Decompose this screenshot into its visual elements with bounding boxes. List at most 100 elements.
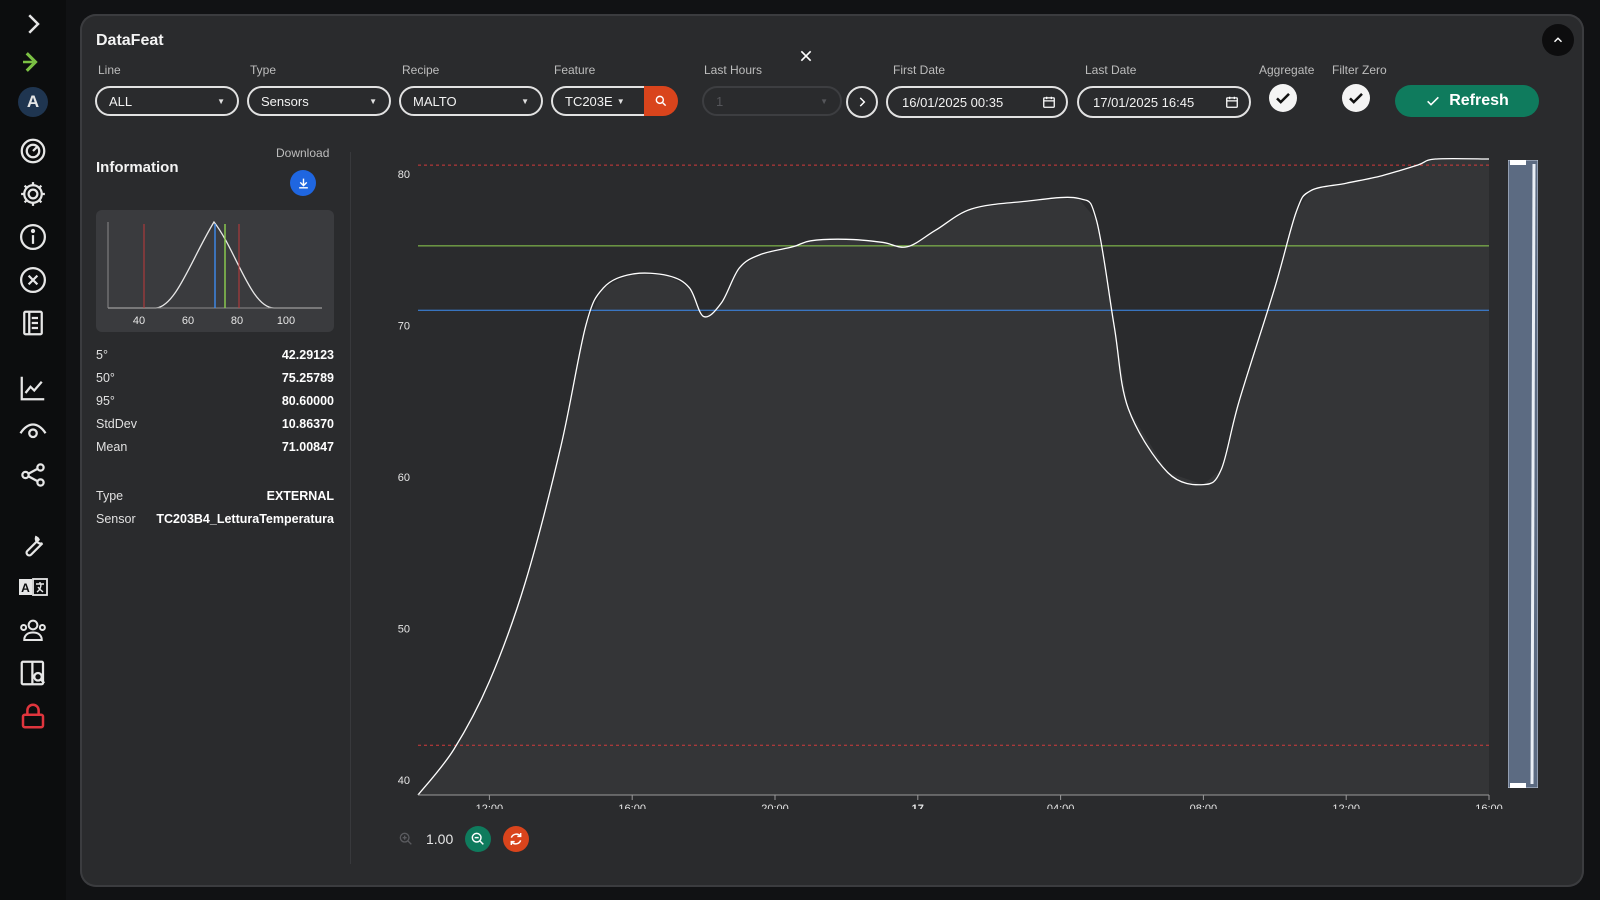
check-icon — [1427, 96, 1440, 106]
x-tick-label: 16:00 — [618, 803, 646, 809]
share-nodes-icon[interactable] — [15, 457, 51, 493]
stat-row: 50° 75.25789 — [96, 371, 334, 385]
reset-zoom-button[interactable] — [503, 826, 530, 852]
main-panel: DataFeat Line ALL ▼ Type Sensors ▼ Recip… — [80, 14, 1584, 887]
detail-row: Sensor TC203B4_LetturaTemperatura — [96, 512, 334, 526]
stat-value: 80.60000 — [281, 394, 334, 408]
stat-row: StdDev 10.86370 — [96, 417, 334, 431]
information-title: Information — [96, 159, 179, 176]
calendar-icon — [1042, 95, 1056, 109]
check-icon — [1276, 92, 1290, 104]
svg-text:A: A — [21, 581, 30, 595]
chart-range-scrollbar[interactable] — [1507, 159, 1539, 789]
close-circle-icon[interactable] — [15, 262, 51, 298]
gauge-icon[interactable] — [15, 133, 51, 169]
aggregate-checkbox[interactable] — [1269, 84, 1297, 112]
filter-zero-checkbox[interactable] — [1342, 84, 1370, 112]
caret-down-icon: ▼ — [521, 96, 529, 106]
detail-row: Type EXTERNAL — [96, 489, 334, 503]
info-icon[interactable] — [15, 219, 51, 255]
histogram-tick: 40 — [133, 315, 145, 327]
sensor-chart[interactable]: 40 50 60 70 80 12:00 16:00 20:00 17 04:00 08:00 12:… — [366, 149, 1552, 809]
series-area — [418, 159, 1489, 795]
stat-row: 5° 42.29123 — [96, 348, 334, 362]
recipe-label: Recipe — [402, 63, 440, 77]
double-chevron-right-icon[interactable] — [15, 44, 51, 80]
panel-divider — [350, 152, 351, 864]
chevron-right-icon[interactable] — [15, 6, 51, 42]
translate-icon[interactable]: A — [15, 569, 51, 605]
first-date-label: First Date — [893, 63, 946, 77]
recipe-select-value: MALTO — [413, 93, 457, 109]
zoom-out-icon — [471, 832, 485, 845]
x-tick-label: 12:00 — [1332, 803, 1360, 809]
avatar-letter: A — [18, 87, 48, 117]
refresh-label: Refresh — [1449, 92, 1509, 109]
feature-label: Feature — [554, 63, 596, 77]
notebook-icon[interactable] — [15, 305, 51, 341]
feature-select[interactable]: TC203E ▼ — [551, 86, 648, 116]
stat-key: StdDev — [96, 417, 137, 431]
stat-key: 50° — [96, 371, 115, 385]
stat-value: 10.86370 — [281, 417, 334, 431]
refresh-icon — [510, 833, 522, 845]
app-title: DataFeat — [96, 32, 164, 49]
type-select-value: Sensors — [261, 93, 309, 109]
y-tick-label: 60 — [398, 472, 410, 484]
apply-hours-button[interactable] — [846, 86, 878, 118]
zoom-in-icon[interactable] — [398, 831, 414, 847]
sidebar: A A — [0, 0, 66, 900]
line-select[interactable]: ALL ▼ — [95, 86, 239, 116]
check-icon — [1349, 92, 1363, 104]
chevron-up-icon — [1553, 37, 1563, 43]
line-chart-icon[interactable] — [15, 370, 51, 406]
last-hours-select[interactable]: 1 ▼ — [702, 86, 842, 116]
detail-key: Sensor — [96, 512, 136, 526]
first-date-value: 16/01/2025 00:35 — [902, 94, 1004, 110]
feature-search-button[interactable] — [644, 86, 678, 116]
last-date-input[interactable]: 17/01/2025 16:45 — [1077, 86, 1251, 118]
eye-icon[interactable] — [15, 414, 51, 450]
caret-down-icon: ▼ — [369, 96, 377, 106]
search-icon — [655, 95, 667, 107]
zoom-out-button[interactable] — [465, 826, 492, 852]
stat-value: 75.25789 — [281, 371, 334, 385]
histogram-tick: 80 — [231, 315, 243, 327]
filter-zero-label: Filter Zero — [1332, 63, 1387, 77]
x-tick-label: 12:00 — [476, 803, 504, 809]
y-tick-label: 80 — [398, 169, 410, 181]
wrench-icon[interactable] — [15, 526, 51, 562]
avatar[interactable]: A — [15, 84, 51, 120]
recipe-select[interactable]: MALTO ▼ — [399, 86, 543, 116]
first-date-input[interactable]: 16/01/2025 00:35 — [886, 86, 1068, 118]
type-select[interactable]: Sensors ▼ — [247, 86, 391, 116]
caret-down-icon: ▼ — [616, 96, 625, 106]
line-select-value: ALL — [109, 93, 133, 109]
refresh-button[interactable]: Refresh — [1395, 85, 1539, 117]
stat-key: 95° — [96, 394, 115, 408]
download-icon — [298, 178, 308, 189]
histogram-tick: 100 — [277, 315, 295, 327]
download-label: Download — [276, 146, 330, 160]
users-icon[interactable] — [15, 612, 51, 648]
y-tick-label: 50 — [398, 623, 410, 635]
zoom-controls: 1.00 — [398, 826, 530, 852]
gear-icon[interactable] — [15, 176, 51, 212]
zoom-level: 1.00 — [426, 831, 454, 847]
histogram-tick: 60 — [182, 315, 194, 327]
x-tick-label: 16:00 — [1475, 803, 1503, 809]
lock-icon[interactable] — [15, 698, 51, 734]
calendar-icon — [1225, 95, 1239, 109]
stat-row: Mean 71.00847 — [96, 440, 334, 454]
download-button[interactable] — [290, 170, 316, 196]
stat-value: 71.00847 — [281, 440, 334, 454]
close-icon[interactable] — [794, 44, 818, 68]
last-date-value: 17/01/2025 16:45 — [1093, 94, 1195, 110]
caret-down-icon: ▼ — [217, 96, 225, 106]
y-tick-label: 40 — [398, 775, 410, 787]
book-search-icon[interactable] — [15, 655, 51, 691]
collapse-button[interactable] — [1542, 24, 1574, 56]
stat-row: 95° 80.60000 — [96, 394, 334, 408]
stat-value: 42.29123 — [281, 348, 334, 362]
x-tick-label: 08:00 — [1190, 803, 1218, 809]
